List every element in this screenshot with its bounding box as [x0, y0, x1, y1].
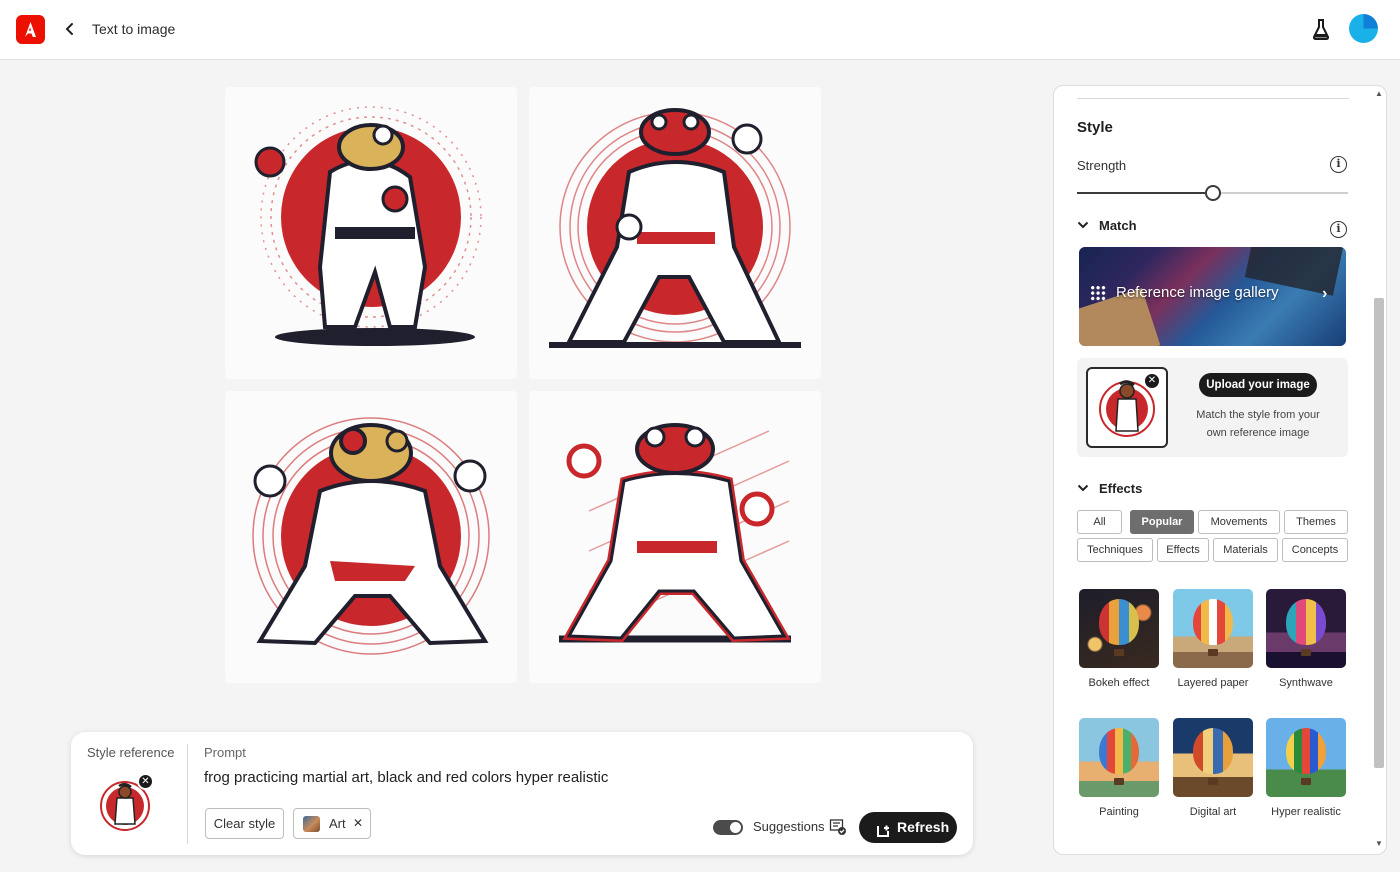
refresh-label: Refresh [897, 819, 950, 835]
effect-synthwave[interactable]: Synthwave [1266, 589, 1346, 689]
upload-description: Match the style from your own reference … [1196, 409, 1320, 439]
bokeh-effect-thumbnail [1079, 589, 1159, 668]
effect-label: Hyper realistic [1271, 806, 1341, 818]
effects-tab-techniques[interactable]: Techniques [1077, 538, 1153, 562]
effect-label: Painting [1099, 806, 1139, 818]
refresh-button[interactable]: Refresh [859, 812, 957, 843]
effects-tab-all[interactable]: All [1077, 510, 1122, 534]
back-chevron-icon[interactable] [62, 20, 78, 38]
style-reference-label: Style reference [87, 745, 175, 760]
upload-your-image-button[interactable]: Upload your image [1199, 373, 1317, 397]
refresh-icon [875, 819, 892, 837]
effects-section-toggle[interactable]: Effects [1077, 481, 1142, 496]
effect-label: Layered paper [1177, 677, 1249, 689]
scrollbar-thumb[interactable] [1374, 298, 1384, 768]
result-image-2[interactable] [529, 87, 821, 379]
match-label: Match [1099, 218, 1137, 233]
effects-tab-materials[interactable]: Materials [1213, 538, 1278, 562]
effects-tab-concepts[interactable]: Concepts [1282, 538, 1348, 562]
result-image-3[interactable] [225, 391, 517, 683]
effect-hyper-realistic[interactable]: Hyper realistic [1266, 718, 1346, 818]
divider [187, 744, 188, 844]
strength-slider-fill [1077, 192, 1205, 194]
remove-art-close-icon[interactable]: ✕ [353, 809, 363, 838]
effect-bokeh[interactable]: Bokeh effect [1079, 589, 1159, 689]
reference-image-gallery-label: Reference image gallery [1116, 284, 1279, 301]
settings-panel: Style Strength i Match i Reference image… [1053, 85, 1387, 855]
top-bar: Text to image [0, 0, 1400, 60]
effect-digital-art[interactable]: Digital art [1173, 718, 1253, 818]
painting-thumbnail [1079, 718, 1159, 797]
suggestions-toggle[interactable] [713, 820, 743, 835]
prompt-bar: Style reference ✕ Prompt frog practicing… [71, 732, 973, 855]
divider [1077, 98, 1349, 99]
suggestions-label: Suggestions [753, 819, 825, 834]
effects-tab-themes[interactable]: Themes [1284, 510, 1348, 534]
effect-label: Digital art [1189, 806, 1237, 818]
flask-icon[interactable] [1311, 17, 1331, 41]
adobe-logo-icon[interactable] [16, 15, 45, 44]
upload-reference-box: ✕ Upload your image Match the style from… [1077, 358, 1348, 457]
art-thumbnail-icon [303, 816, 320, 832]
chevron-right-icon: › [1322, 285, 1328, 302]
result-image-4[interactable] [529, 391, 821, 683]
grid-icon [1090, 285, 1106, 301]
synthwave-thumbnail [1266, 589, 1346, 668]
panel-scrollbar[interactable]: ▲ ▼ [1372, 85, 1386, 855]
art-content-type-chip[interactable]: Art ✕ [293, 808, 371, 839]
match-info-icon[interactable]: i [1330, 221, 1347, 238]
strength-info-icon[interactable]: i [1330, 156, 1347, 173]
result-image-1[interactable] [225, 87, 517, 379]
chevron-down-icon [1077, 218, 1091, 233]
effect-label: Bokeh effect [1088, 677, 1150, 689]
remove-style-reference-close-icon[interactable]: ✕ [137, 773, 154, 790]
strength-label: Strength [1077, 158, 1127, 173]
effects-tab-movements[interactable]: Movements [1198, 510, 1280, 534]
prompt-input[interactable]: frog practicing martial art, black and r… [204, 769, 608, 786]
remove-uploaded-image-close-icon[interactable]: ✕ [1143, 372, 1161, 390]
scroll-up-arrow-icon[interactable]: ▲ [1375, 89, 1383, 98]
digital-art-thumbnail [1173, 718, 1253, 797]
art-chip-label: Art [329, 816, 346, 831]
scroll-down-arrow-icon[interactable]: ▼ [1375, 839, 1383, 848]
suggestions-settings-icon[interactable] [829, 818, 847, 836]
chevron-down-icon [1077, 481, 1091, 496]
hyper-realistic-thumbnail [1266, 718, 1346, 797]
effects-tab-popular[interactable]: Popular [1130, 510, 1194, 534]
strength-slider-thumb[interactable] [1204, 185, 1221, 201]
prompt-label: Prompt [204, 745, 246, 760]
effect-painting[interactable]: Painting [1079, 718, 1159, 818]
effects-label: Effects [1099, 481, 1143, 496]
style-heading: Style [1077, 119, 1113, 136]
clear-style-button[interactable]: Clear style [205, 808, 284, 839]
effect-layered-paper[interactable]: Layered paper [1173, 589, 1253, 689]
layered-paper-thumbnail [1173, 589, 1253, 668]
match-section-toggle[interactable]: Match [1077, 218, 1137, 233]
effect-label: Synthwave [1279, 677, 1333, 689]
user-avatar[interactable] [1349, 14, 1378, 43]
reference-image-gallery-button[interactable]: Reference image gallery › [1079, 247, 1346, 346]
effects-tab-effects[interactable]: Effects [1157, 538, 1209, 562]
page-title: Text to image [92, 21, 176, 37]
